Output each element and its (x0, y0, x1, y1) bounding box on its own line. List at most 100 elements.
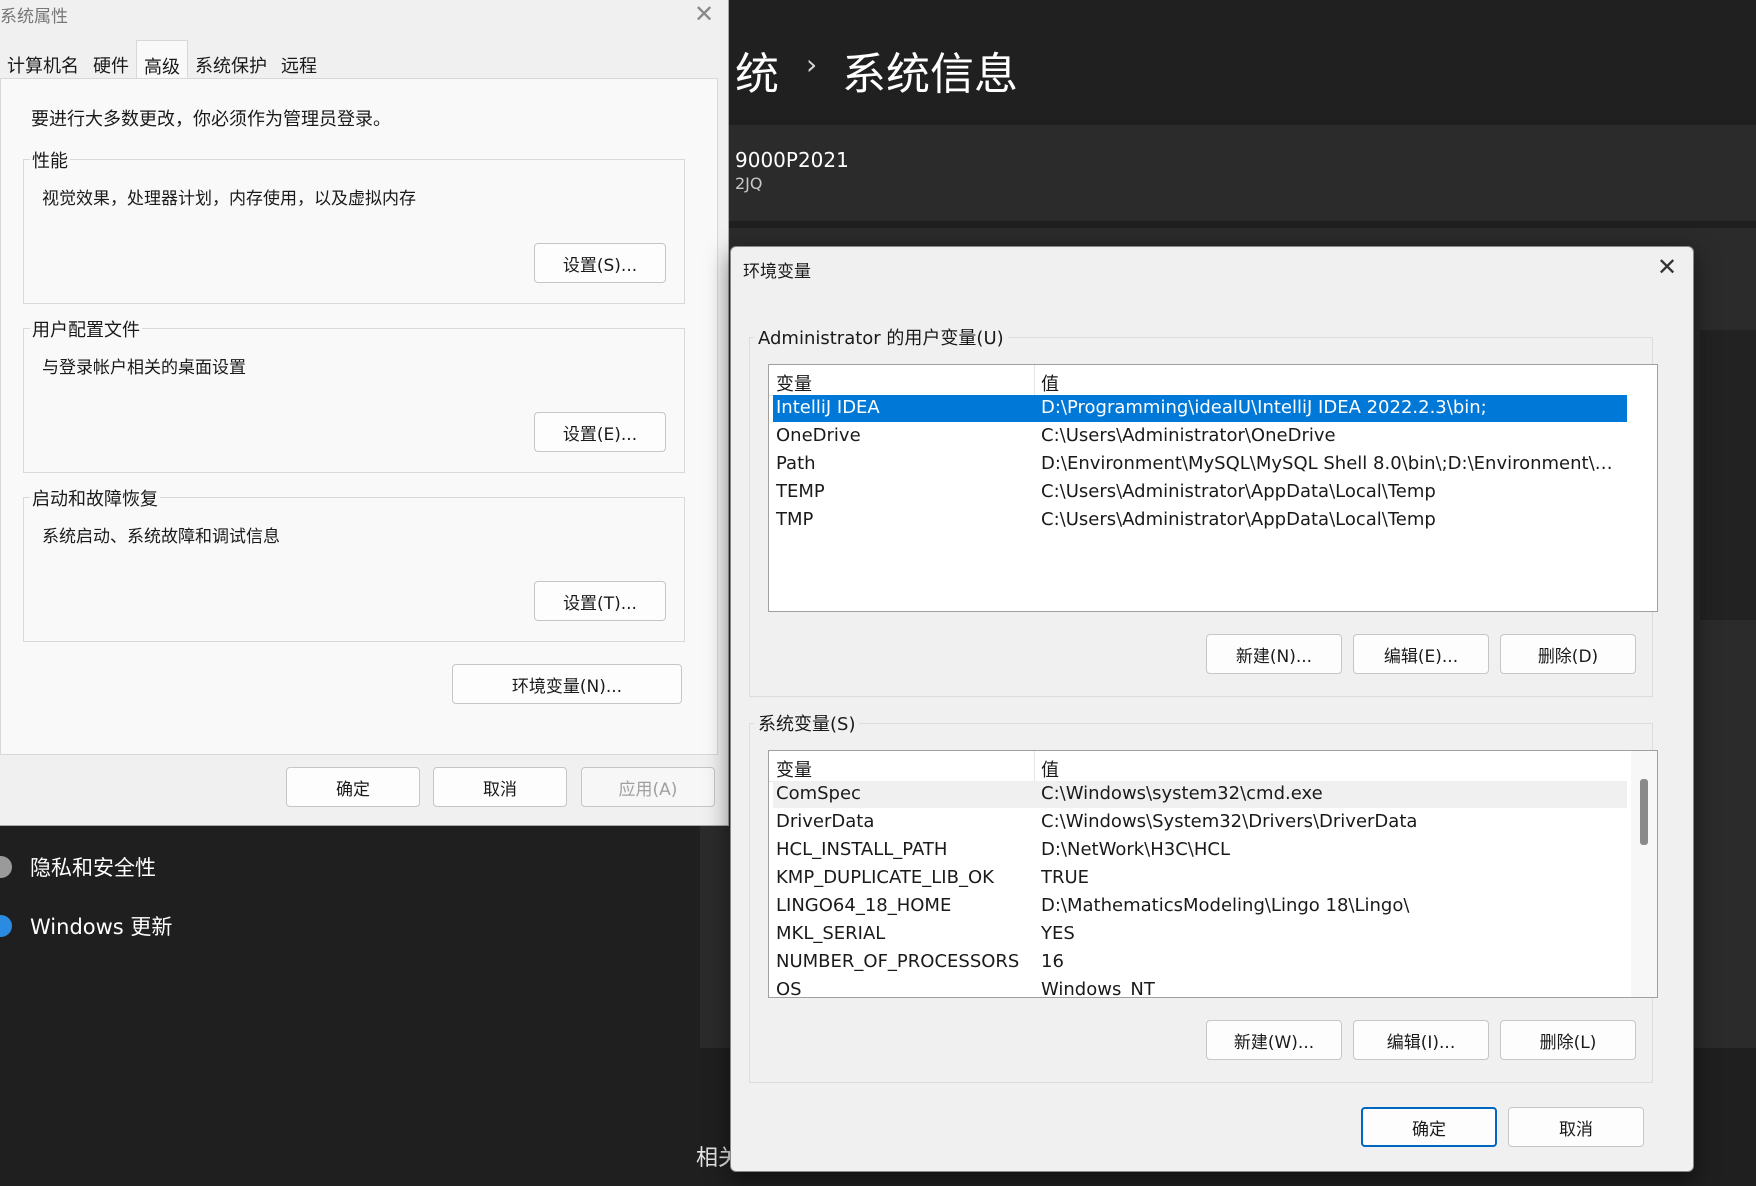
settings-row-edge (1700, 715, 1756, 805)
dialog-title: 环境变量 (743, 262, 811, 282)
nav-item-privacy[interactable]: 隐私和安全性 (0, 852, 156, 882)
table-row[interactable]: LINGO64_18_HOME D:\MathematicsModeling\L… (773, 893, 1627, 920)
tab-remote[interactable]: 远程 (274, 44, 324, 78)
performance-group: 性能 视觉效果，处理器计划，内存使用，以及虚拟内存 设置(S)... (23, 147, 685, 304)
group-description: 与登录帐户相关的桌面设置 (42, 358, 246, 378)
variable-name: ComSpec (776, 783, 861, 804)
user-profile-group: 用户配置文件 与登录帐户相关的桌面设置 设置(E)... (23, 316, 685, 473)
table-row[interactable]: DriverData C:\Windows\System32\Drivers\D… (773, 809, 1627, 836)
variable-value: D:\NetWork\H3C\HCL (1041, 839, 1230, 860)
nav-item-label: 隐私和安全性 (30, 856, 156, 880)
column-header-value[interactable]: 值 (1041, 756, 1059, 782)
variable-value: YES (1041, 923, 1075, 944)
vertical-scrollbar[interactable] (1631, 751, 1657, 997)
variable-name: OS (776, 979, 802, 998)
variable-name: NUMBER_OF_PROCESSORS (776, 951, 1020, 972)
close-icon[interactable]: ✕ (692, 2, 716, 26)
system-variables-group: 系统变量(S) 变量 值 ComSpec C:\Windows\system32… (749, 710, 1658, 1083)
variable-name: KMP_DUPLICATE_LIB_OK (776, 867, 994, 888)
column-divider[interactable] (1034, 365, 1035, 395)
list-header: 变量 值 (769, 751, 1627, 782)
tab-computer-name[interactable]: 计算机名 (0, 44, 86, 78)
variable-value: D:\Environment\MySQL\MySQL Shell 8.0\bin… (1041, 453, 1621, 474)
device-model: 2JQ (735, 174, 763, 193)
nav-item-windows-update[interactable]: Windows 更新 (0, 911, 172, 941)
system-variables-list[interactable]: 变量 值 ComSpec C:\Windows\system32\cmd.exe… (768, 750, 1658, 998)
system-edit-button[interactable]: 编辑(I)... (1353, 1020, 1489, 1060)
startup-settings-button[interactable]: 设置(T)... (534, 581, 666, 621)
advanced-tab-panel: 要进行大多数更改，你必须作为管理员登录。 性能 视觉效果，处理器计划，内存使用，… (0, 78, 718, 755)
variable-value: Windows_NT (1041, 979, 1155, 998)
scrollbar-thumb[interactable] (1640, 779, 1648, 845)
variable-name: OneDrive (776, 425, 861, 446)
group-description: 系统启动、系统故障和调试信息 (42, 527, 280, 547)
admin-note: 要进行大多数更改，你必须作为管理员登录。 (31, 109, 391, 130)
variable-name: HCL_INSTALL_PATH (776, 839, 948, 860)
variable-name: Path (776, 453, 816, 474)
variable-value: C:\Windows\system32\cmd.exe (1041, 783, 1323, 804)
group-label: Administrator 的用户变量(U) (754, 324, 1008, 350)
list-header: 变量 值 (769, 365, 1627, 396)
nav-item-label: Windows 更新 (30, 915, 173, 939)
performance-settings-button[interactable]: 设置(S)... (534, 243, 666, 283)
dialog-title: 系统属性 (0, 7, 68, 27)
specs-card-edge (1700, 330, 1756, 620)
group-description: 视觉效果，处理器计划，内存使用，以及虚拟内存 (42, 189, 416, 209)
table-row[interactable]: OneDrive C:\Users\Administrator\OneDrive (773, 423, 1627, 450)
table-row[interactable]: HCL_INSTALL_PATH D:\NetWork\H3C\HCL (773, 837, 1627, 864)
device-name: 9000P2021 (735, 148, 849, 172)
variable-value: C:\Windows\System32\Drivers\DriverData (1041, 811, 1418, 832)
variable-name: IntelliJ IDEA (776, 397, 880, 418)
table-row[interactable]: TEMP C:\Users\Administrator\AppData\Loca… (773, 479, 1627, 506)
column-divider[interactable] (1034, 751, 1035, 781)
user-delete-button[interactable]: 删除(D) (1500, 634, 1636, 674)
apply-button[interactable]: 应用(A) (581, 767, 715, 807)
update-icon (0, 915, 12, 937)
table-row[interactable]: KMP_DUPLICATE_LIB_OK TRUE (773, 865, 1627, 892)
table-row[interactable]: MKL_SERIAL YES (773, 921, 1627, 948)
column-header-variable[interactable]: 变量 (776, 370, 812, 396)
system-properties-dialog: 系统属性 ✕ 计算机名 硬件 高级 系统保护 远程 要进行大多数更改，你必须作为… (0, 0, 729, 826)
profile-settings-button[interactable]: 设置(E)... (534, 412, 666, 452)
shield-icon (0, 856, 12, 878)
tab-advanced[interactable]: 高级 (136, 40, 188, 79)
variable-value: C:\Users\Administrator\AppData\Local\Tem… (1041, 509, 1436, 530)
variable-name: TMP (776, 509, 814, 530)
settings-row-edge (1700, 625, 1756, 705)
variable-value: 16 (1041, 951, 1064, 972)
group-label: 性能 (30, 147, 70, 173)
user-variables-list[interactable]: 变量 值 IntelliJ IDEA D:\Programming\idealU… (768, 364, 1658, 612)
table-row[interactable]: OS Windows_NT (773, 977, 1627, 998)
user-variables-group: Administrator 的用户变量(U) 变量 值 IntelliJ IDE… (749, 324, 1658, 697)
variable-value: D:\Programming\idealU\IntelliJ IDEA 2022… (1041, 397, 1487, 418)
table-row[interactable]: TMP C:\Users\Administrator\AppData\Local… (773, 507, 1627, 534)
tab-hardware[interactable]: 硬件 (86, 44, 136, 78)
variable-name: TEMP (776, 481, 825, 502)
breadcrumb-parent[interactable]: 统 (735, 38, 779, 102)
user-new-button[interactable]: 新建(N)... (1206, 634, 1342, 674)
environment-variables-button[interactable]: 环境变量(N)... (452, 664, 682, 704)
table-row[interactable]: IntelliJ IDEA D:\Programming\idealU\Inte… (773, 395, 1627, 422)
group-label: 系统变量(S) (754, 710, 860, 736)
ok-button[interactable]: 确定 (286, 767, 420, 807)
variable-name: MKL_SERIAL (776, 923, 886, 944)
user-edit-button[interactable]: 编辑(E)... (1353, 634, 1489, 674)
ok-button[interactable]: 确定 (1361, 1107, 1497, 1147)
system-delete-button[interactable]: 删除(L) (1500, 1020, 1636, 1060)
variable-value: D:\MathematicsModeling\Lingo 18\Lingo\ (1041, 895, 1410, 916)
system-new-button[interactable]: 新建(W)... (1206, 1020, 1342, 1060)
breadcrumb-separator-icon: › (806, 48, 818, 81)
group-label: 启动和故障恢复 (30, 485, 160, 511)
close-icon[interactable]: ✕ (1655, 255, 1679, 279)
table-row[interactable]: NUMBER_OF_PROCESSORS 16 (773, 949, 1627, 976)
cancel-button[interactable]: 取消 (433, 767, 567, 807)
cancel-button[interactable]: 取消 (1508, 1107, 1644, 1147)
column-header-variable[interactable]: 变量 (776, 756, 812, 782)
table-row[interactable]: Path D:\Environment\MySQL\MySQL Shell 8.… (773, 451, 1627, 478)
tab-bar: 计算机名 硬件 高级 系统保护 远程 (0, 40, 324, 79)
tab-system-protection[interactable]: 系统保护 (188, 44, 274, 78)
table-row[interactable]: ComSpec C:\Windows\system32\cmd.exe (773, 781, 1627, 808)
startup-recovery-group: 启动和故障恢复 系统启动、系统故障和调试信息 设置(T)... (23, 485, 685, 642)
variable-value: C:\Users\Administrator\OneDrive (1041, 425, 1336, 446)
column-header-value[interactable]: 值 (1041, 370, 1059, 396)
